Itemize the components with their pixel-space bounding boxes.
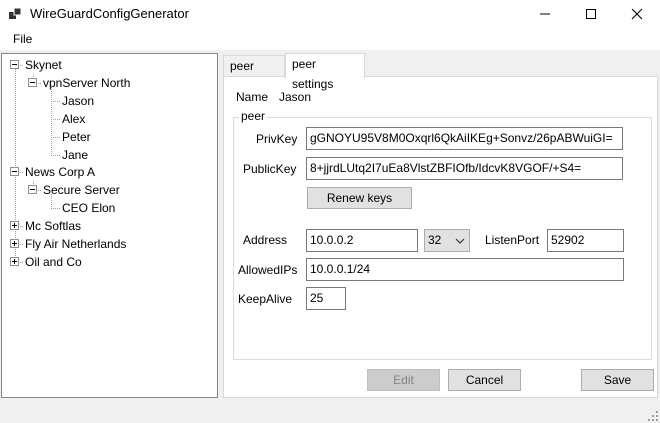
collapse-icon[interactable] [10,60,19,69]
subnet-mask-select[interactable]: 32 [424,229,470,252]
tree-node-news-corp-a[interactable]: News Corp A [25,163,95,181]
resize-grip-icon[interactable] [648,411,658,421]
allowedips-label: AllowedIPs [238,263,298,277]
listenport-field[interactable]: 52902 [547,229,624,252]
menu-file[interactable]: File [13,32,32,46]
publickey-label: PublicKey [243,162,297,176]
window-title: WireGuardConfigGenerator [30,6,189,21]
collapse-icon[interactable] [10,167,19,176]
close-button[interactable] [614,0,660,28]
peer-group-title: peer [239,109,268,123]
address-field[interactable]: 10.0.0.2 [306,229,418,252]
app-icon [9,7,22,20]
name-label: Name [236,90,269,104]
tree-node-peter[interactable]: Peter [62,128,91,146]
chevron-down-icon [455,238,465,244]
expand-icon[interactable] [10,239,19,248]
save-button[interactable]: Save [581,369,654,391]
tree-node-oil-and-co[interactable]: Oil and Co [25,253,82,271]
privkey-field[interactable]: gGNOYU95V8M0Oxqrl6QkAiIKEg+Sonvz/26pABWu… [306,127,623,150]
publickey-field[interactable]: 8+jjrdLUtq2I7uEa8VlstZBFIOfb/IdcvK8VGOF/… [306,157,623,180]
tree-node-jason[interactable]: Jason [62,92,94,110]
tab-peer-conf[interactable]: peer conf [223,55,285,93]
tree-node-secure-server[interactable]: Secure Server [43,181,120,199]
minimize-button[interactable] [522,0,568,28]
tab-label: peer settings [292,57,334,91]
address-label: Address [243,233,288,247]
expand-icon[interactable] [10,221,19,230]
tree-node-ceo-elon[interactable]: CEO Elon [62,199,115,217]
tree-node-jane[interactable]: Jane [62,146,88,164]
close-icon [631,8,643,20]
maximize-icon [586,9,596,19]
privkey-label: PrivKey [256,132,298,146]
tree-node-mc-softlas[interactable]: Mc Softlas [25,217,81,235]
keepalive-label: KeepAlive [238,292,293,306]
collapse-icon[interactable] [28,78,37,87]
tree-node-alex[interactable]: Alex [62,110,85,128]
renew-keys-button[interactable]: Renew keys [307,187,412,209]
tree-view[interactable]: Skynet vpnServer North Jason Alex Peter … [1,53,218,398]
edit-button[interactable]: Edit [367,369,440,391]
minimize-icon [540,13,550,15]
subnet-mask-value: 32 [428,233,442,247]
tree-node-vpnserver-north[interactable]: vpnServer North [43,74,130,92]
collapse-icon[interactable] [28,185,37,194]
status-bar [0,401,660,423]
menu-bar: File [0,28,660,50]
expand-icon[interactable] [10,257,19,266]
keepalive-field[interactable]: 25 [306,287,346,310]
tree-node-skynet[interactable]: Skynet [25,56,62,74]
cancel-button[interactable]: Cancel [448,369,521,391]
tree-node-fly-air-netherlands[interactable]: Fly Air Netherlands [25,235,126,253]
tab-peer-settings[interactable]: peer settings [285,53,365,91]
maximize-button[interactable] [568,0,614,28]
listenport-label: ListenPort [485,233,540,247]
title-bar: WireGuardConfigGenerator [0,0,660,28]
allowedips-field[interactable]: 10.0.0.1/24 [306,258,624,281]
